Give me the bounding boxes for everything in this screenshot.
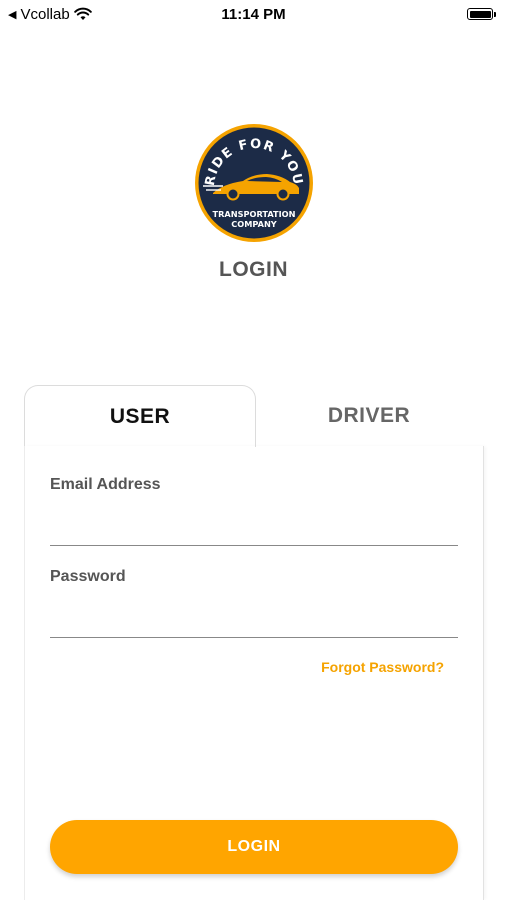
tab-driver-label: DRIVER [327, 404, 411, 427]
login-screen: ◀ Vcollab 11:14 PM RIDE FOR YOU TRANSPOR… [0, 0, 507, 900]
logo-bottom-line2: COMPANY [231, 219, 278, 229]
forgot-password-link[interactable]: Forgot Password? [321, 659, 444, 675]
status-bar: ◀ Vcollab 11:14 PM [0, 0, 507, 28]
back-arrow-icon: ◀ [8, 8, 17, 21]
email-label: Email Address [50, 476, 161, 493]
wifi-icon [73, 7, 92, 20]
back-app-label: Vcollab [20, 5, 70, 23]
page-title: LOGIN [219, 258, 288, 281]
tab-user[interactable]: USER [24, 385, 256, 447]
back-to-app[interactable]: ◀ Vcollab [8, 6, 92, 23]
tab-user-label: USER [109, 404, 171, 428]
battery-icon [467, 8, 496, 20]
company-logo: RIDE FOR YOU TRANSPORTATION COMPANY [193, 122, 315, 244]
password-field[interactable] [50, 604, 458, 638]
logo-image: RIDE FOR YOU TRANSPORTATION COMPANY [195, 124, 313, 242]
logo-bottom-line1: TRANSPORTATION [213, 209, 296, 219]
login-button[interactable]: LOGIN [50, 820, 458, 874]
tab-driver[interactable]: DRIVER [256, 385, 482, 447]
password-label: Password [50, 568, 126, 585]
email-field[interactable] [50, 512, 458, 546]
